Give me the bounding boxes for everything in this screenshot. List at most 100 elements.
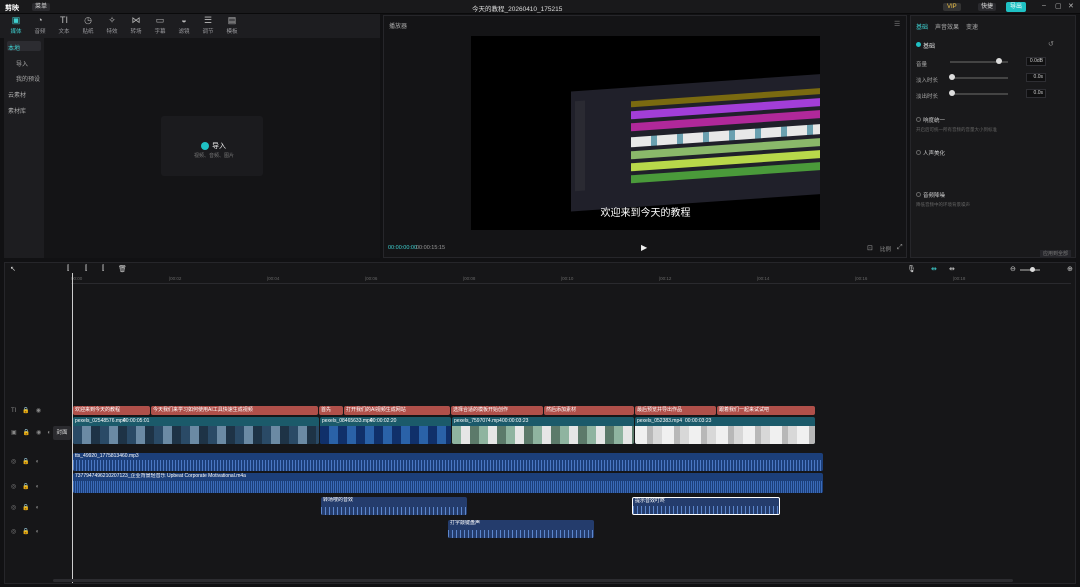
sfx-clip[interactable]: 转场嗖的音效 (321, 497, 467, 515)
zoom-in-icon[interactable]: ⊕ (1067, 265, 1073, 273)
video-clip[interactable]: pexels_08465633.mp4 00:00:02:20 (320, 417, 451, 444)
sidebar-item-local[interactable]: 本地 (8, 43, 20, 52)
ratio-button[interactable]: 比例 (880, 245, 891, 253)
sfx-clip-name: 转场嗖的音效 (323, 497, 354, 503)
fade-in-slider-knob[interactable] (949, 74, 955, 80)
sfx-clip-name: 打字敲键盘声 (450, 520, 481, 526)
split-icon[interactable]: ⫿ (67, 265, 69, 273)
shortcut-button[interactable]: 快捷 (978, 3, 997, 11)
voice-toggle[interactable] (916, 150, 921, 155)
text-clip[interactable]: 欢迎来到今天的教程 (73, 406, 150, 415)
minimize-icon[interactable]: – (1042, 2, 1046, 9)
select-tool-icon[interactable]: ↖ (10, 265, 16, 273)
fade-out-slider-knob[interactable] (949, 90, 955, 96)
tool-media[interactable]: ▣ 媒体 (4, 14, 28, 38)
video-clip[interactable]: pexels_052383.mp4 00:00:03:23 (635, 417, 815, 444)
play-icon[interactable]: ▶ (641, 243, 647, 252)
split-left-icon[interactable]: ⫿ (85, 265, 87, 273)
tool-transition[interactable]: ⋈ 转场 (124, 14, 148, 38)
volume-slider[interactable] (950, 58, 1008, 64)
volume-value[interactable]: 0.0dB (1026, 57, 1046, 66)
text-clip[interactable]: 最后预览并导出作品 (635, 406, 716, 415)
tab-basic[interactable]: 基础 (916, 22, 928, 31)
link-icon[interactable]: ⇹ (949, 265, 955, 273)
lock-icon: 🔒 (22, 505, 30, 511)
sidebar-item-library[interactable]: 素材库 (8, 106, 26, 115)
fade-out-slider[interactable] (949, 90, 1008, 96)
text-clip[interactable]: 选择合适的模板开始创作 (451, 406, 543, 415)
audio-waveform (633, 506, 779, 514)
text-clip[interactable]: 今天我们来学习如何使用AI工具快速生成视频 (151, 406, 318, 415)
cover-button[interactable]: 封面 (53, 426, 71, 440)
video-clip-duration: 00:00:03:23 (502, 418, 529, 424)
audio-waveform (73, 460, 823, 471)
timeline-ruler[interactable]: 00:00 |00:02 |00:04 |00:06 |00:08 |00:10 |00:1… (71, 276, 1071, 284)
tab-speed[interactable]: 变速 (966, 22, 978, 31)
close-icon[interactable]: ✕ (1068, 2, 1074, 10)
fade-in-slider[interactable] (949, 74, 1008, 80)
tool-sticker[interactable]: ◷ 贴纸 (76, 14, 100, 38)
basic-toggle[interactable] (916, 42, 921, 47)
vip-badge[interactable]: VIP (943, 3, 961, 11)
sfx-clip-selected[interactable]: 提示音效叮咚 (632, 497, 780, 515)
media-sidebar: 本地 导入 我的预设 云素材 素材库 (4, 38, 44, 258)
music-clip[interactable]: 7377947496210207123_企业背景轻音乐 Upbeat Corpo… (73, 473, 823, 493)
sfx-clip[interactable]: 打字敲键盘声 (448, 520, 594, 538)
tool-audio[interactable]: ◔ 音频 (28, 14, 52, 38)
video-thumbnails (73, 426, 319, 444)
text-icon: TI (60, 15, 68, 25)
text-clip[interactable]: 然后添加素材 (544, 406, 634, 415)
fade-out-value[interactable]: 0.0s (1026, 89, 1046, 98)
text-clip[interactable]: 首先 (319, 406, 343, 415)
mic-icon[interactable]: 🎙 (907, 265, 916, 273)
zoom-slider[interactable] (1020, 267, 1040, 272)
player-menu-icon[interactable]: ☰ (894, 20, 900, 28)
tab-sound-effects[interactable]: 声音效果 (935, 22, 959, 31)
apply-all-button[interactable]: 应用到全部 (1040, 250, 1072, 258)
delete-icon[interactable]: 🗑 (118, 265, 127, 273)
tool-filter[interactable]: ◒ 滤镜 (172, 14, 196, 38)
text-clip[interactable]: 打开我们的AI视频生成网站 (344, 406, 450, 415)
sidebar-item-import[interactable]: 导入 (16, 59, 28, 68)
volume-label: 音量 (916, 62, 928, 68)
eye-icon: ◉ (36, 430, 42, 436)
tool-text[interactable]: TI 文本 (52, 14, 76, 38)
fade-in-value[interactable]: 0.0s (1026, 73, 1046, 82)
preview-caption: 欢迎来到今天的教程 (600, 208, 691, 219)
volume-slider-knob[interactable] (996, 58, 1002, 64)
fullscreen-icon[interactable]: ⤢ (897, 244, 903, 252)
maximize-icon[interactable]: ▢ (1055, 2, 1062, 10)
tool-subtitle[interactable]: ▭ 字幕 (148, 14, 172, 38)
subtitle-icon: ▭ (155, 15, 165, 25)
sidebar-item-presets[interactable]: 我的预设 (16, 74, 40, 83)
reset-icon[interactable]: ↺ (1048, 40, 1054, 48)
video-clip[interactable]: pexels_7597074.mp4 00:00:03:23 (452, 417, 634, 444)
project-title[interactable]: 今天的教程_20260410_175215 (472, 3, 562, 13)
fit-icon[interactable]: ⊡ (867, 244, 873, 252)
export-button[interactable]: 导出 (1006, 2, 1027, 12)
tool-effects[interactable]: ✧ 特效 (100, 14, 124, 38)
tool-template[interactable]: ▤ 模板 (220, 14, 244, 38)
lock-icon: 🔒 (22, 408, 30, 414)
audio-track-header: ◎ 🔒 ◐ (11, 458, 45, 465)
import-icon (201, 142, 209, 150)
ruler-tick-label: |00:18 (953, 276, 966, 281)
voiceover-clip[interactable]: tts_49920_1775813460.mp3 (73, 453, 823, 471)
audio-clip-name: 7377947496210207123_企业背景轻音乐 Upbeat Corpo… (75, 473, 246, 479)
sticker-icon: ◷ (84, 15, 92, 25)
video-clip[interactable]: pexels_02548576.mp4 00:00:05:01 (73, 417, 319, 444)
tool-adjust[interactable]: ☰ 调节 (196, 14, 220, 38)
timeline-scrollbar[interactable] (53, 579, 1013, 582)
text-clip[interactable]: 跟着我们一起来试试吧 (717, 406, 815, 415)
snap-icon[interactable]: ⇹ (931, 265, 937, 273)
effects-icon: ✧ (108, 15, 116, 25)
import-dropzone[interactable]: 导入 视频、音频、图片 (161, 116, 263, 176)
video-preview[interactable]: 欢迎来到今天的教程 (471, 36, 820, 230)
zoom-out-icon[interactable]: ⊖ (1010, 265, 1016, 273)
menu-button[interactable]: 菜单 (32, 3, 51, 11)
sidebar-item-cloud[interactable]: 云素材 (8, 90, 26, 99)
denoise-toggle[interactable] (916, 192, 921, 197)
split-right-icon[interactable]: ⫿ (102, 265, 104, 273)
total-time: 00:00:15:15 (416, 245, 446, 251)
loudness-toggle[interactable] (916, 117, 921, 122)
